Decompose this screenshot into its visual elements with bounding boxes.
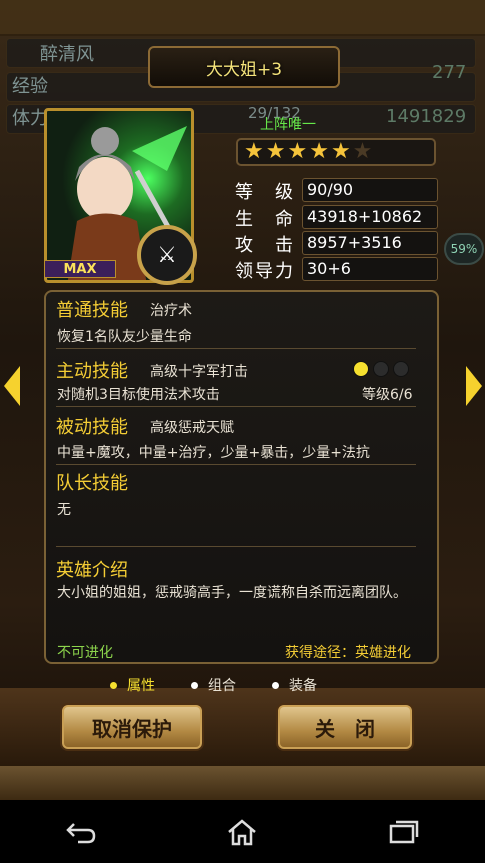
- percent-badge: 59%: [444, 233, 484, 265]
- normal-skill-title: 普通技能: [56, 300, 128, 321]
- detail-tabs: 属性 组合 装备: [110, 675, 317, 695]
- next-hero-arrow-icon[interactable]: [466, 366, 482, 406]
- stat-label-leadership: 领导力: [235, 261, 295, 282]
- divider: [56, 406, 416, 407]
- tab-label: 属性: [127, 678, 155, 694]
- bottom-strip: [0, 766, 485, 800]
- stat-value-hp: 43918+10862: [302, 205, 438, 229]
- passive-skill-name: 高级惩戒天赋: [150, 420, 234, 436]
- tab-bullet-icon: [110, 681, 117, 689]
- stat-value-leadership: 30+6: [302, 257, 438, 281]
- star-filled-icon: ★: [287, 139, 308, 164]
- active-skill-level: 等级6/6: [362, 387, 413, 403]
- normal-skill-desc: 恢复1名队友少量生命: [57, 329, 192, 345]
- obtain-source: 获得途径：英雄进化: [285, 645, 411, 661]
- divider: [56, 464, 416, 465]
- game-screen: 醉清风 经验 体力 29/132 102 277 1491829 大大姐+3 M…: [0, 0, 485, 863]
- stamina-label: 体力: [12, 108, 48, 129]
- normal-skill-name: 治疗术: [150, 303, 192, 319]
- close-button[interactable]: 关 闭: [278, 705, 412, 749]
- home-icon[interactable]: [212, 812, 272, 852]
- tab-label: 装备: [289, 678, 317, 694]
- system-nav-bar: [0, 800, 485, 863]
- active-skill-title: 主动技能: [56, 361, 128, 382]
- no-evolve-note: 不可进化: [57, 645, 113, 661]
- prev-hero-arrow-icon[interactable]: [4, 366, 20, 406]
- passive-skill-title: 被动技能: [56, 417, 128, 438]
- tab-attributes[interactable]: 属性: [110, 675, 155, 695]
- back-icon[interactable]: [51, 812, 111, 852]
- tab-combination[interactable]: 组合: [191, 675, 236, 695]
- tab-bullet-icon: [191, 681, 198, 689]
- skill-dot-icon: [373, 361, 389, 377]
- hero-title: 大大姐+3: [205, 59, 283, 80]
- cancel-protect-button[interactable]: 取消保护: [62, 705, 202, 749]
- player-name: 醉清风: [40, 44, 94, 65]
- leader-skill-desc: 无: [57, 502, 71, 518]
- deploy-note: 上阵唯一: [260, 117, 316, 133]
- coin-value: 1491829: [386, 106, 467, 127]
- skill-dot-icon: [353, 361, 369, 377]
- top-frame: [0, 0, 485, 36]
- skill-dot-icon: [393, 361, 409, 377]
- max-label: MAX: [44, 260, 116, 278]
- protect-lock-icon[interactable]: ⚔: [137, 225, 197, 285]
- star-empty-icon: ★: [352, 139, 373, 164]
- active-skill-desc: 对随机3目标使用法术攻击: [57, 387, 220, 403]
- divider: [56, 348, 416, 349]
- recent-apps-icon[interactable]: [374, 812, 434, 852]
- gold-value: 277: [432, 62, 467, 83]
- exp-label: 经验: [12, 76, 48, 97]
- active-skill-name: 高级十字军打击: [150, 364, 248, 380]
- star-filled-icon: ★: [330, 139, 351, 164]
- passive-skill-desc: 中量+魔攻，中量+治疗，少量+暴击，少量+法抗: [57, 445, 370, 461]
- star-filled-icon: ★: [244, 139, 264, 164]
- divider: [56, 546, 416, 547]
- star-filled-icon: ★: [309, 139, 329, 164]
- intro-title: 英雄介绍: [56, 560, 128, 581]
- intro-text: 大小姐的姐姐，惩戒骑高手，一度谎称自杀而远离团队。: [57, 585, 407, 601]
- skill-level-dots: [353, 361, 409, 377]
- star-rating: ★ ★ ★ ★ ★ ★: [236, 138, 436, 166]
- star-filled-icon: ★: [265, 139, 286, 164]
- stat-label-hp: 生 命: [235, 209, 295, 230]
- stat-value-level: 90/90: [302, 178, 438, 202]
- hero-title-box: 大大姐+3: [148, 46, 340, 88]
- stat-value-attack: 8957+3516: [302, 231, 438, 255]
- leader-skill-title: 队长技能: [56, 473, 128, 494]
- tab-equipment[interactable]: 装备: [272, 675, 317, 695]
- tab-bullet-icon: [272, 681, 279, 689]
- stat-label-attack: 攻 击: [235, 235, 295, 256]
- tab-label: 组合: [208, 678, 236, 694]
- stat-label-level: 等 级: [235, 182, 295, 203]
